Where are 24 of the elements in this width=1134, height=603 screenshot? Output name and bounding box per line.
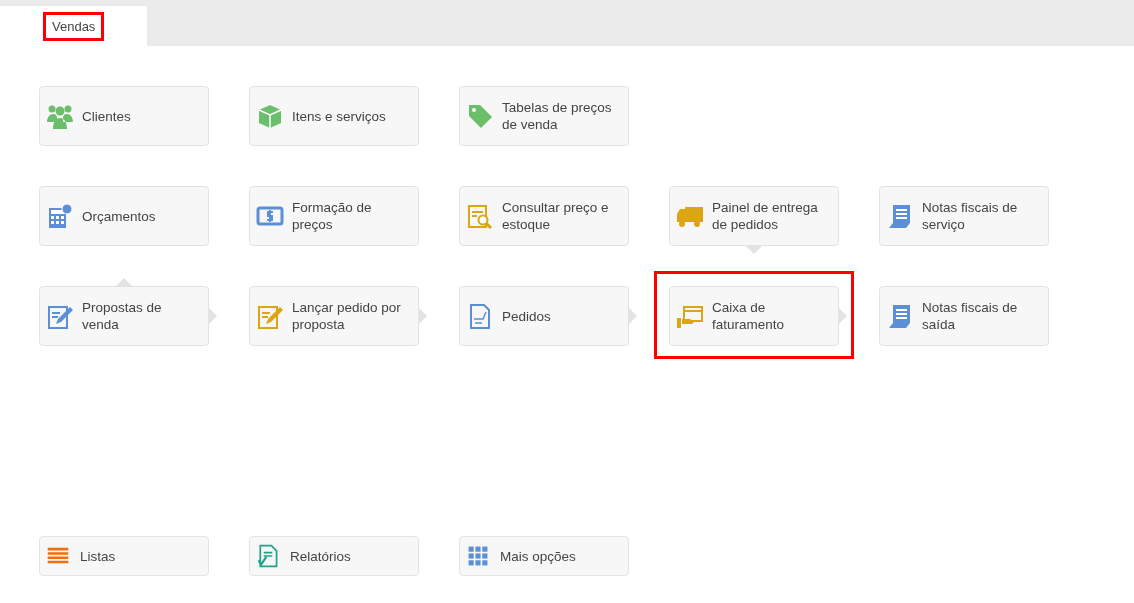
tab[interactable]: Vendas bbox=[0, 6, 147, 46]
menu-tile[interactable]: Notas fiscais de saída bbox=[879, 286, 1049, 346]
menu-tile[interactable]: Orçamentos bbox=[39, 186, 209, 246]
tag-icon bbox=[466, 102, 494, 130]
menu-tile[interactable]: Painel de entrega de pedidos bbox=[669, 186, 839, 246]
calculator-icon bbox=[46, 202, 74, 230]
menu-tile[interactable]: Mais opções bbox=[459, 536, 629, 576]
tab-label: Vendas bbox=[43, 11, 105, 41]
menu-tile[interactable]: Notas fiscais de serviço bbox=[879, 186, 1049, 246]
menu-tile[interactable]: Consultar preço e estoque bbox=[459, 186, 629, 246]
menu-tile[interactable]: Pedidos bbox=[459, 286, 629, 346]
menu-tile[interactable]: Propostas de venda bbox=[39, 286, 209, 346]
menu-tile[interactable]: Listas bbox=[39, 536, 209, 576]
document-search-icon bbox=[466, 202, 494, 230]
menu-tile[interactable]: Relatórios bbox=[249, 536, 419, 576]
menu-tile[interactable]: Caixa de faturamento bbox=[669, 286, 839, 346]
menu-tile[interactable]: Lançar pedido por proposta bbox=[249, 286, 419, 346]
menu-tile[interactable]: Formação de preços bbox=[249, 186, 419, 246]
box-icon bbox=[256, 102, 284, 130]
menu-tile[interactable]: Clientes bbox=[39, 86, 209, 146]
report-icon bbox=[256, 544, 280, 568]
menu-tile[interactable]: Itens e serviços bbox=[249, 86, 419, 146]
menu-tile[interactable]: Tabelas de preços de venda bbox=[459, 86, 629, 146]
grid-icon bbox=[466, 544, 490, 568]
